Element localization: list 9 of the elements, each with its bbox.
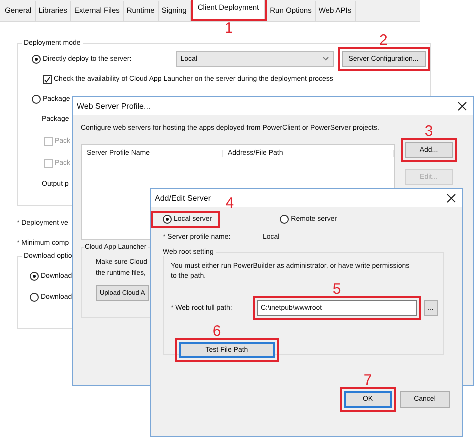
annotation-number: 1 — [224, 21, 234, 36]
window-title: Add/Edit Server — [155, 194, 212, 202]
annotation-number: 2 — [380, 33, 388, 48]
annotation-number: 6 — [212, 324, 222, 339]
annotation-number: 7 — [364, 373, 372, 388]
annotation-number: 5 — [332, 282, 342, 297]
annotation-number: 3 — [424, 124, 434, 139]
annotation-number: 4 — [226, 196, 234, 211]
window-title: Web Server Profile... — [77, 102, 151, 110]
